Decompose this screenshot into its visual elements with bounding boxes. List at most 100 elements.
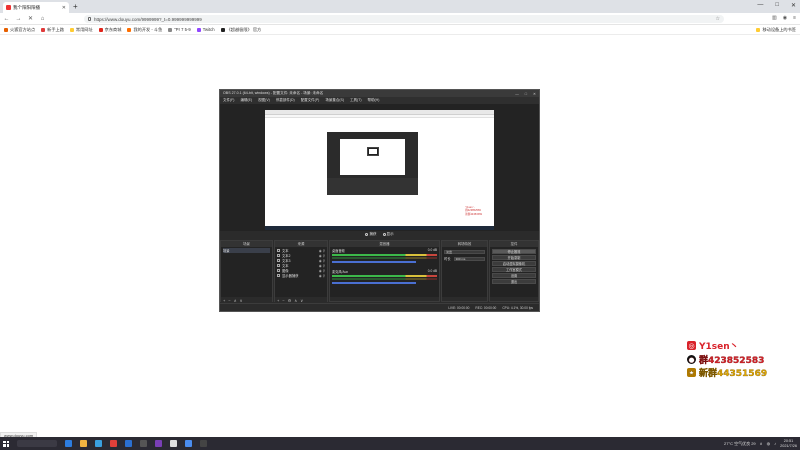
bookmark-item[interactable]: "Pr 7 5-9 (168, 27, 191, 32)
preview-browser-capture: Y1sen丶 群423852583 新群44351569 (265, 110, 494, 230)
menu-tools[interactable]: 工具(T) (350, 98, 361, 103)
library-icon[interactable]: ▥ (772, 15, 777, 21)
menu-view[interactable]: 视图(V) (258, 98, 270, 103)
menu-file[interactable]: 文件(F) (223, 98, 234, 103)
visibility-icon[interactable]: ◉ ⚲ (319, 254, 325, 258)
visibility-icon[interactable]: ◉ ⚲ (319, 259, 325, 263)
preview-watermark-line3: 新群44351569 (465, 212, 482, 216)
source-down-icon[interactable]: ∨ (300, 298, 303, 303)
capture-toggle[interactable]: 捕获 (365, 232, 377, 237)
menu-scene-collection[interactable]: 场景集合(S) (325, 98, 344, 103)
gear-icon (365, 233, 369, 236)
add-source-icon[interactable]: + (277, 298, 279, 303)
obs-close-icon[interactable]: ✕ (533, 92, 536, 96)
tab-close-icon[interactable]: ✕ (62, 5, 66, 11)
scene-item[interactable]: 场景 (223, 248, 270, 253)
scene-down-icon[interactable]: ∨ (240, 298, 243, 303)
taskbar-app-icon[interactable] (125, 440, 132, 447)
close-window-icon[interactable]: ✕ (791, 2, 796, 9)
address-url[interactable]: https://www.douyu.com/9999999?_t=0.99999… (94, 17, 202, 22)
taskbar-app-icon[interactable] (95, 440, 102, 447)
visibility-icon[interactable]: ◉ ⚲ (319, 264, 325, 268)
obs-window-controls: — □ ✕ (515, 92, 536, 96)
stop-streaming-button[interactable]: 停止推流 (492, 249, 536, 254)
network-icon[interactable]: ◍ (767, 441, 771, 446)
duration-field[interactable]: 300 ms (453, 256, 485, 261)
obs-maximize-icon[interactable]: □ (525, 92, 527, 96)
minimize-icon[interactable]: — (757, 2, 763, 9)
bookmark-item[interactable]: 我的开发 - 斗鱼 (127, 27, 162, 33)
taskbar-app-icon[interactable] (140, 440, 147, 447)
bookmark-item[interactable]: Twitch (196, 27, 215, 32)
taskbar-app-icon[interactable] (110, 440, 117, 447)
taskbar-app-icon[interactable] (65, 440, 72, 447)
start-virtual-camera-button[interactable]: 启动虚拟摄像机 (492, 261, 536, 266)
windows-start-icon[interactable] (3, 440, 9, 447)
mixer-channel-desktop: 桌面音频 0.0 dB (332, 248, 437, 263)
display-toggle[interactable]: 显示 (382, 232, 394, 237)
system-tray: 27°C 空气优良 29 ∧ ◍ ♪ 20:51 2021/7/26 (724, 437, 797, 450)
maximize-icon[interactable]: □ (775, 2, 779, 9)
volume-icon[interactable]: ♪ (774, 441, 776, 446)
obs-docks: 场景 场景 + − ∧ ∨ 来源 文本 ◉ ⚲ 文本2 ◉ ⚲ 文本3 ◉ ⚲ 文本 ◉ ⚲ 图… (220, 240, 539, 303)
stop-icon[interactable]: ✕ (27, 15, 34, 22)
mobile-bookmarks-label: 移动设备上的书签 (762, 27, 796, 32)
address-bar[interactable]: https://www.douyu.com/9999999?_t=0.99999… (84, 15, 724, 23)
browser-tab[interactable]: 我个阳阳阳播 ✕ (3, 2, 69, 13)
forward-icon[interactable]: → (15, 16, 22, 22)
obs-preview[interactable]: Y1sen丶 群423852583 新群44351569 (220, 104, 539, 231)
taskbar-app-icon[interactable] (185, 440, 192, 447)
bookmark-item[interactable]: 火狐官方站点 (4, 27, 35, 33)
source-type-icon (277, 269, 280, 272)
bookmark-item[interactable]: 常用网址 (69, 27, 93, 33)
menu-profile[interactable]: 配置文件(P) (301, 98, 320, 103)
settings-button[interactable]: 设置 (492, 273, 536, 278)
bookmark-item[interactable]: 新手上路 (41, 27, 64, 33)
add-scene-icon[interactable]: + (223, 298, 225, 303)
tray-up-icon[interactable]: ∧ (760, 441, 763, 446)
desktop-audio-volume-slider[interactable] (332, 261, 416, 263)
taskbar-app-icon[interactable] (155, 440, 162, 447)
weather-widget[interactable]: 27°C 空气优良 29 (724, 441, 756, 447)
remove-source-icon[interactable]: − (282, 298, 284, 303)
remove-scene-icon[interactable]: − (228, 298, 230, 303)
menu-docks[interactable]: 停靠部件(D) (276, 98, 295, 103)
preview-address-bar (265, 115, 494, 118)
home-icon[interactable]: ⌂ (39, 16, 46, 22)
account-icon[interactable]: ◉ (783, 15, 787, 21)
scenes-list: 场景 (221, 247, 272, 297)
mobile-bookmarks[interactable]: 移动设备上的书签 (756, 27, 796, 33)
taskbar-app-icon[interactable] (80, 440, 87, 447)
source-settings-icon[interactable]: ⚙ (288, 298, 292, 303)
rec-timer: REC: 00:00:00 (475, 305, 497, 310)
eye-icon (382, 233, 386, 236)
bookmark-favicon-icon (41, 27, 46, 32)
mic-volume-slider[interactable] (332, 282, 416, 284)
clock-date: 2021/7/26 (780, 443, 797, 448)
new-tab-button[interactable]: + (73, 2, 78, 11)
transition-select[interactable]: 淡出 (444, 250, 485, 254)
source-type-icon (277, 254, 280, 257)
menu-help[interactable]: 帮助(H) (368, 98, 380, 103)
bookmark-item[interactable]: 《超越极限》 官方 (220, 27, 261, 33)
source-item[interactable]: 显示器捕获 ◉ ⚲ (277, 273, 325, 278)
obs-minimize-icon[interactable]: — (515, 92, 519, 96)
scene-up-icon[interactable]: ∧ (234, 298, 237, 303)
bookmark-star-icon[interactable]: ☆ (716, 16, 720, 22)
taskbar-app-icon[interactable] (200, 440, 207, 447)
exit-button[interactable]: 退出 (492, 279, 536, 284)
menu-edit[interactable]: 编辑(E) (240, 98, 252, 103)
back-icon[interactable]: ← (3, 16, 10, 22)
taskbar-clock[interactable]: 20:51 2021/7/26 (780, 439, 797, 448)
start-recording-button[interactable]: 开始录制 (492, 255, 536, 260)
studio-mode-button[interactable]: 工作室模式 (492, 267, 536, 272)
visibility-icon[interactable]: ◉ ⚲ (319, 269, 325, 273)
visibility-icon[interactable]: ◉ ⚲ (319, 274, 325, 278)
taskbar-app-icon[interactable] (170, 440, 177, 447)
taskbar-search[interactable] (17, 440, 57, 447)
preview-watermark: Y1sen丶 群423852583 新群44351569 (465, 206, 482, 216)
bookmark-item[interactable]: 京东商城 (98, 27, 121, 33)
visibility-icon[interactable]: ◉ ⚲ (319, 249, 325, 253)
source-up-icon[interactable]: ∧ (294, 298, 297, 303)
menu-icon[interactable]: ≡ (793, 15, 796, 21)
